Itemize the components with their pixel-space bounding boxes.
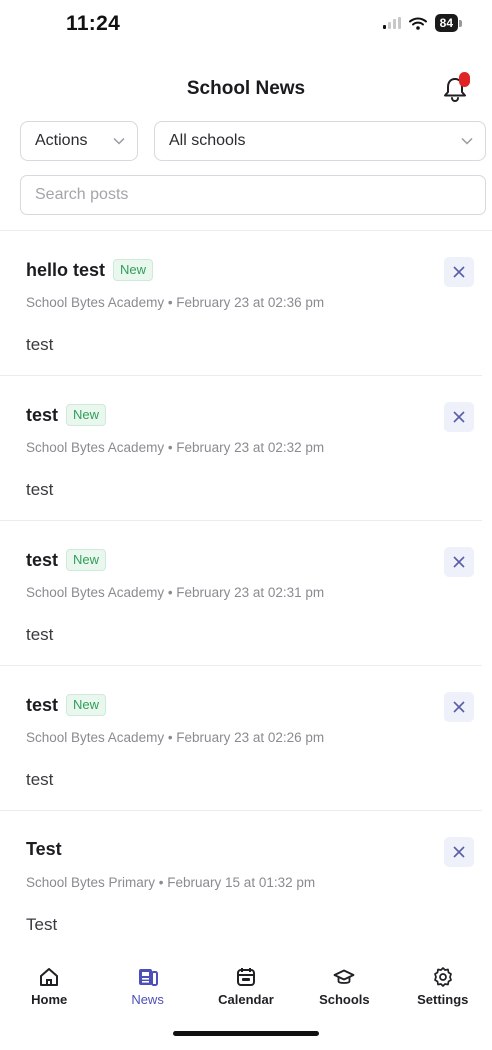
dismiss-post-button[interactable] <box>444 692 474 722</box>
close-icon <box>453 411 465 423</box>
status-bar: 11:24 84 <box>0 0 492 50</box>
post-meta: School Bytes Academy • February 23 at 02… <box>26 730 325 745</box>
post-body: test <box>26 625 54 644</box>
post-body: test <box>26 770 54 789</box>
close-icon <box>453 556 465 568</box>
status-time: 11:24 <box>66 12 121 35</box>
tab-calendar[interactable]: Calendar <box>201 966 291 1007</box>
news-post[interactable]: hello test New School Bytes Academy • Fe… <box>0 231 482 376</box>
post-title-row: test New <box>26 549 107 571</box>
post-title-row: Test <box>26 839 62 860</box>
post-title: hello test <box>26 259 106 280</box>
post-meta: School Bytes Primary • February 15 at 01… <box>26 875 316 890</box>
page-title: School News <box>186 78 306 99</box>
new-badge: New <box>66 694 107 716</box>
battery-icon: 84 <box>434 14 462 32</box>
search-input[interactable] <box>35 186 471 204</box>
news-feed: hello test New School Bytes Academy • Fe… <box>0 230 492 950</box>
bottom-tab-bar: Home News Calendar Schools Settings <box>0 958 492 1018</box>
post-body: test <box>26 480 54 499</box>
post-meta: School Bytes Academy • February 23 at 02… <box>26 585 325 600</box>
news-post[interactable]: test New School Bytes Academy • February… <box>0 376 482 521</box>
tab-label: Schools <box>319 992 370 1007</box>
news-post[interactable]: Test School Bytes Primary • February 15 … <box>0 811 482 950</box>
post-title-row: hello test New <box>26 259 154 281</box>
news-post[interactable]: test New School Bytes Academy • February… <box>0 521 482 666</box>
post-meta: School Bytes Academy • February 23 at 02… <box>26 440 325 455</box>
new-badge: New <box>66 549 107 571</box>
actions-dropdown-label: Actions <box>35 132 88 149</box>
calendar-icon <box>236 968 255 986</box>
school-select[interactable]: All schools <box>154 121 486 161</box>
chevron-down-icon <box>113 137 125 145</box>
actions-dropdown[interactable]: Actions <box>20 121 138 161</box>
graduation-cap-icon <box>333 969 355 984</box>
tab-label: Calendar <box>218 992 274 1007</box>
post-title-row: test New <box>26 694 107 716</box>
post-title: Test <box>26 839 62 859</box>
status-icons: 84 <box>382 14 462 32</box>
tab-label: Settings <box>417 992 469 1007</box>
post-title: test <box>26 549 59 570</box>
dismiss-post-button[interactable] <box>444 257 474 287</box>
tab-label: Home <box>31 992 68 1007</box>
close-icon <box>453 266 465 278</box>
news-icon <box>138 969 158 986</box>
wifi-icon <box>408 17 427 30</box>
dismiss-post-button[interactable] <box>444 837 474 867</box>
new-badge: New <box>113 259 154 281</box>
cellular-signal-icon <box>382 17 401 29</box>
post-title: test <box>26 694 59 715</box>
post-body: test <box>26 335 54 354</box>
tab-settings[interactable]: Settings <box>398 966 488 1007</box>
post-body: Test <box>26 915 58 934</box>
tab-label: News <box>131 992 164 1007</box>
dismiss-post-button[interactable] <box>444 547 474 577</box>
header: School News <box>0 70 492 110</box>
post-title-row: test New <box>26 404 107 426</box>
tab-news[interactable]: News <box>103 966 193 1007</box>
dismiss-post-button[interactable] <box>444 402 474 432</box>
post-title: test <box>26 404 59 425</box>
search-field <box>20 175 486 215</box>
notification-badge <box>459 72 470 87</box>
school-select-value: All schools <box>169 132 246 149</box>
close-icon <box>453 846 465 858</box>
tab-home[interactable]: Home <box>4 966 94 1007</box>
gear-icon <box>433 967 452 987</box>
tab-schools[interactable]: Schools <box>299 966 389 1007</box>
notifications-button[interactable] <box>440 72 470 104</box>
home-icon <box>40 968 59 986</box>
news-post[interactable]: test New School Bytes Academy • February… <box>0 666 482 811</box>
filters-row: Actions All schools <box>20 121 486 161</box>
battery-level: 84 <box>434 14 458 32</box>
close-icon <box>453 701 465 713</box>
chevron-down-icon <box>461 137 473 145</box>
new-badge: New <box>66 404 107 426</box>
post-meta: School Bytes Academy • February 23 at 02… <box>26 295 325 310</box>
home-indicator[interactable] <box>173 1031 319 1036</box>
